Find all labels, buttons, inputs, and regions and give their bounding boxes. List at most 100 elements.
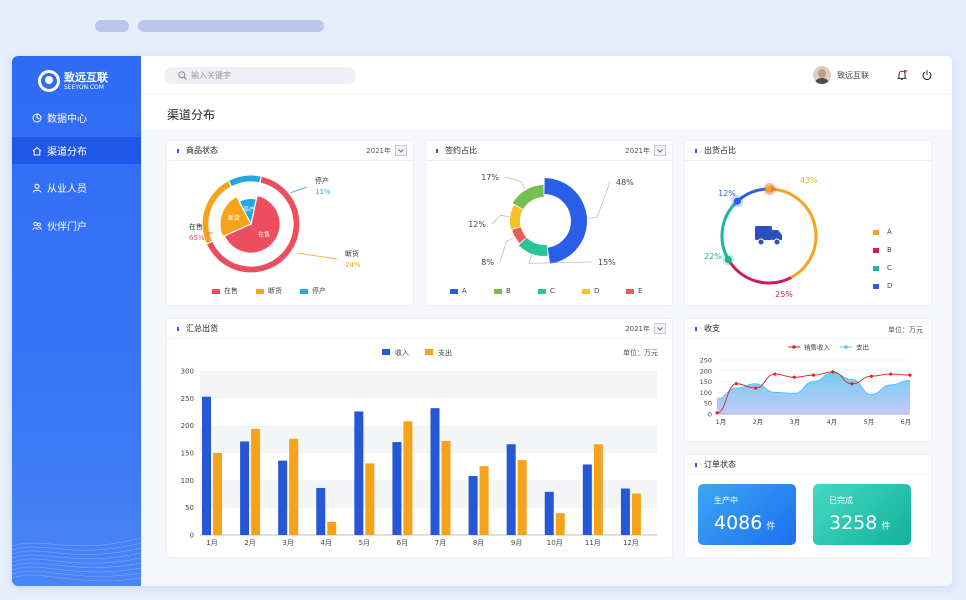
bar-income — [506, 444, 516, 535]
ring-arc — [720, 200, 739, 261]
bar-expense — [631, 493, 641, 535]
sidebar-item-channel[interactable]: 渠道分布 — [12, 137, 141, 164]
legend-swatch — [873, 248, 879, 253]
sidebar-item-label: 数据中心 — [47, 114, 87, 125]
sales-point — [869, 374, 873, 378]
y-tick-label: 0 — [190, 532, 194, 540]
legend-label: B — [887, 246, 892, 254]
legend-label: C — [550, 287, 555, 295]
y-tick-label: 200 — [181, 422, 194, 430]
bar-income — [392, 442, 402, 535]
avatar[interactable] — [813, 66, 831, 84]
donut-slice — [518, 237, 548, 256]
sales-point — [715, 411, 719, 415]
power-icon[interactable] — [921, 69, 933, 81]
x-tick-label: 2月 — [244, 539, 255, 547]
leader-line — [587, 181, 611, 219]
legend-label: A — [462, 287, 467, 295]
donut-slice — [512, 185, 544, 210]
legend-label: 支出 — [438, 348, 452, 357]
summary-bar-chart: 0 50 100 150 200 250 300 收入 支出 1月 2月 3月 4月 5月 6月 7月 8月 9月… — [181, 348, 657, 547]
x-tick-label: 6月 — [397, 539, 408, 547]
y-tick-label: 150 — [181, 450, 194, 458]
ring-percent-label: 12% — [718, 189, 736, 198]
bar-expense — [555, 513, 565, 535]
card-revenue: 收支 单位：万元 0 50 100 150 200 250 销售收入 支出 1月 2月 3月 4月 5月… — [684, 318, 932, 442]
year-select[interactable]: 2021年 — [366, 145, 407, 156]
sidebar-item-label: 从业人员 — [47, 184, 87, 195]
page-title: 渠道分布 — [167, 108, 216, 122]
partners-icon — [32, 221, 42, 231]
legend-label: 断货 — [268, 286, 282, 295]
card-order-status: 订单状态 生产中 4086 件 已完成 3258 件 — [684, 454, 932, 558]
y-tick-label: 300 — [181, 368, 194, 376]
card-title: 汇总出货 — [186, 324, 218, 333]
logo-name: 致远互联 — [64, 70, 108, 84]
product-status-pie-chart: 在售断货停产在售65%断货24%停产11%在售 断货 停产 — [189, 174, 361, 295]
sidebar-item-data-center[interactable]: 数据中心 — [12, 104, 141, 131]
order-completed-card[interactable]: 已完成 3258 件 — [813, 484, 911, 545]
notification-bell-icon[interactable] — [896, 69, 908, 81]
sidebar-item-label: 渠道分布 — [47, 147, 87, 158]
unit-label: 单位：万元 — [888, 326, 923, 334]
search-icon — [178, 71, 187, 80]
y-tick-label: 200 — [700, 367, 712, 375]
bar-expense — [327, 521, 337, 535]
sales-point — [908, 373, 912, 377]
slice-percent-label: 48% — [616, 178, 634, 187]
top-bar: 输入关键字 致远互联 — [141, 56, 952, 95]
card-summary-shipment: 汇总出货 2021年 单位：万元 0 50 100 150 200 250 300 收入 支出 1… — [166, 318, 673, 558]
slice-inner-label: 在售 — [258, 231, 270, 239]
legend-swatch — [212, 289, 220, 294]
bar-income — [468, 475, 478, 535]
slice-percent-label: 8% — [481, 258, 494, 267]
year-select[interactable]: 2021年 — [625, 145, 666, 156]
user-profile[interactable]: 致远互联 — [813, 66, 869, 84]
sidebar-item-staff[interactable]: 从业人员 — [12, 174, 141, 201]
x-tick-label: 10月 — [547, 539, 563, 547]
bar-expense — [213, 453, 222, 535]
legend-swatch — [256, 289, 264, 294]
stat-value: 3258 件 — [829, 512, 891, 534]
search-input[interactable]: 输入关键字 — [164, 67, 356, 84]
x-tick-label: 3月 — [790, 418, 801, 426]
sidebar: 致远互联 SEEYON.COM 数据中心 渠道分布 从业人员 伙伴门户 — [12, 56, 141, 586]
x-tick-label: 9月 — [511, 539, 522, 547]
card-title: 商品状态 — [186, 146, 218, 155]
dashboard-icon — [32, 113, 42, 123]
slice-percent-label: 24% — [345, 261, 361, 269]
x-tick-label: 12月 — [623, 539, 639, 547]
legend-marker — [792, 345, 796, 349]
legend-label: B — [506, 287, 511, 295]
legend-label: D — [887, 282, 892, 290]
order-in-production-card[interactable]: 生产中 4086 件 — [698, 484, 796, 545]
sidebar-item-partners[interactable]: 伙伴门户 — [12, 212, 141, 239]
card-title: 出货占比 — [704, 146, 736, 155]
slice-inner-label: 断货 — [228, 214, 240, 222]
year-select[interactable]: 2021年 — [625, 323, 666, 334]
shipment-share-ring-chart: 43% 25% 22% 12% A B C D — [704, 176, 892, 299]
slice-name-label: 在售 — [189, 222, 203, 231]
grid-band — [200, 425, 657, 453]
y-tick-label: 0 — [708, 411, 712, 419]
y-tick-label: 150 — [700, 378, 712, 386]
x-tick-label: 6月 — [901, 418, 912, 426]
stat-label: 已完成 — [829, 496, 853, 505]
y-tick-label: 100 — [700, 389, 712, 397]
x-tick-label: 1月 — [716, 418, 727, 426]
sales-point — [754, 386, 758, 390]
slice-percent-label: 11% — [315, 188, 331, 196]
sales-point — [792, 375, 796, 379]
window-deco-pill — [95, 20, 129, 32]
user-icon — [32, 183, 42, 193]
app-window: 致远互联 SEEYON.COM 数据中心 渠道分布 从业人员 伙伴门户 输入关键… — [12, 56, 952, 586]
year-value: 2021年 — [625, 324, 650, 333]
brand-logo[interactable]: 致远互联 SEEYON.COM — [38, 70, 108, 92]
legend-swatch — [300, 289, 308, 294]
legend-swatch — [382, 349, 390, 355]
legend-marker — [844, 345, 848, 349]
x-tick-label: 11月 — [585, 539, 601, 547]
slice-name-label: 断货 — [345, 249, 359, 258]
search-placeholder: 输入关键字 — [191, 71, 231, 80]
x-tick-label: 1月 — [206, 539, 217, 547]
